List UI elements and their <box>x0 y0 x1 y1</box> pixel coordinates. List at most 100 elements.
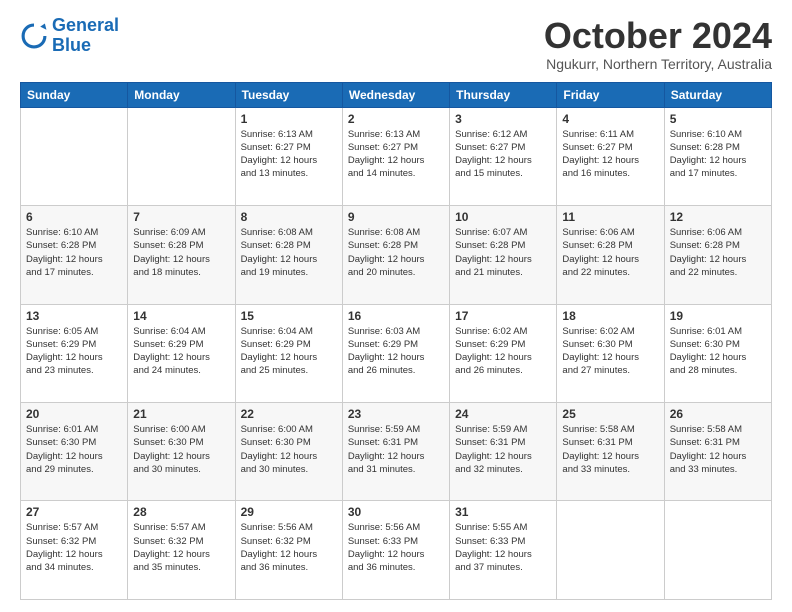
page: General Blue October 2024 Ngukurr, North… <box>0 0 792 612</box>
day-number: 13 <box>26 309 122 323</box>
day-detail: Sunrise: 5:59 AM Sunset: 6:31 PM Dayligh… <box>348 423 444 476</box>
calendar-week-1: 1 Sunrise: 6:13 AM Sunset: 6:27 PM Daylig… <box>21 107 772 205</box>
calendar-week-4: 20 Sunrise: 6:01 AM Sunset: 6:30 PM Dayli… <box>21 403 772 501</box>
calendar-week-2: 6Sunrise: 6:10 AM Sunset: 6:28 PM Daylig… <box>21 206 772 304</box>
table-row <box>128 107 235 205</box>
day-number: 12 <box>670 210 766 224</box>
table-row: 24 Sunrise: 5:59 AM Sunset: 6:31 PM Dayli… <box>450 403 557 501</box>
day-number: 11 <box>562 210 658 224</box>
day-detail: Sunrise: 5:58 AM Sunset: 6:31 PM Dayligh… <box>562 423 658 476</box>
day-number: 23 <box>348 407 444 421</box>
day-detail: Sunrise: 6:06 AM Sunset: 6:28 PM Dayligh… <box>670 226 766 279</box>
table-row <box>664 501 771 600</box>
table-row: 7 Sunrise: 6:09 AM Sunset: 6:28 PM Daylig… <box>128 206 235 304</box>
day-detail: Sunrise: 6:04 AM Sunset: 6:29 PM Dayligh… <box>133 325 229 378</box>
calendar-week-5: 27 Sunrise: 5:57 AM Sunset: 6:32 PM Dayli… <box>21 501 772 600</box>
day-number: 6 <box>26 210 122 224</box>
day-detail: Sunrise: 6:13 AM Sunset: 6:27 PM Dayligh… <box>241 128 337 181</box>
day-detail: Sunrise: 6:03 AM Sunset: 6:29 PM Dayligh… <box>348 325 444 378</box>
day-detail: Sunrise: 6:13 AM Sunset: 6:27 PM Dayligh… <box>348 128 444 181</box>
table-row: 27 Sunrise: 5:57 AM Sunset: 6:32 PM Dayli… <box>21 501 128 600</box>
table-row: 4 Sunrise: 6:11 AM Sunset: 6:27 PM Daylig… <box>557 107 664 205</box>
table-row: 18 Sunrise: 6:02 AM Sunset: 6:30 PM Dayli… <box>557 304 664 402</box>
header: General Blue October 2024 Ngukurr, North… <box>20 16 772 72</box>
table-row: 19 Sunrise: 6:01 AM Sunset: 6:30 PM Dayli… <box>664 304 771 402</box>
logo: General Blue <box>20 16 119 56</box>
day-number: 9 <box>348 210 444 224</box>
day-number: 1 <box>241 112 337 126</box>
table-row: 29 Sunrise: 5:56 AM Sunset: 6:32 PM Dayli… <box>235 501 342 600</box>
day-detail: Sunrise: 6:00 AM Sunset: 6:30 PM Dayligh… <box>133 423 229 476</box>
day-detail: Sunrise: 5:56 AM Sunset: 6:32 PM Dayligh… <box>241 521 337 574</box>
table-row: 31 Sunrise: 5:55 AM Sunset: 6:33 PM Dayli… <box>450 501 557 600</box>
col-sunday: Sunday <box>21 82 128 107</box>
day-number: 18 <box>562 309 658 323</box>
day-detail: Sunrise: 6:00 AM Sunset: 6:30 PM Dayligh… <box>241 423 337 476</box>
day-number: 24 <box>455 407 551 421</box>
day-number: 15 <box>241 309 337 323</box>
table-row: 8 Sunrise: 6:08 AM Sunset: 6:28 PM Daylig… <box>235 206 342 304</box>
logo-text: General Blue <box>52 16 119 56</box>
day-number: 8 <box>241 210 337 224</box>
day-detail: Sunrise: 5:58 AM Sunset: 6:31 PM Dayligh… <box>670 423 766 476</box>
day-detail: Sunrise: 6:04 AM Sunset: 6:29 PM Dayligh… <box>241 325 337 378</box>
day-number: 19 <box>670 309 766 323</box>
day-number: 3 <box>455 112 551 126</box>
day-detail: Sunrise: 6:07 AM Sunset: 6:28 PM Dayligh… <box>455 226 551 279</box>
day-number: 16 <box>348 309 444 323</box>
table-row: 10Sunrise: 6:07 AM Sunset: 6:28 PM Dayli… <box>450 206 557 304</box>
table-row: 28 Sunrise: 5:57 AM Sunset: 6:32 PM Dayli… <box>128 501 235 600</box>
table-row: 11 Sunrise: 6:06 AM Sunset: 6:28 PM Dayli… <box>557 206 664 304</box>
table-row: 26Sunrise: 5:58 AM Sunset: 6:31 PM Dayli… <box>664 403 771 501</box>
table-row: 2 Sunrise: 6:13 AM Sunset: 6:27 PM Daylig… <box>342 107 449 205</box>
day-detail: Sunrise: 6:08 AM Sunset: 6:28 PM Dayligh… <box>241 226 337 279</box>
day-detail: Sunrise: 6:11 AM Sunset: 6:27 PM Dayligh… <box>562 128 658 181</box>
table-row <box>557 501 664 600</box>
table-row: 16 Sunrise: 6:03 AM Sunset: 6:29 PM Dayli… <box>342 304 449 402</box>
table-row: 6Sunrise: 6:10 AM Sunset: 6:28 PM Daylig… <box>21 206 128 304</box>
day-detail: Sunrise: 6:09 AM Sunset: 6:28 PM Dayligh… <box>133 226 229 279</box>
table-row: 23 Sunrise: 5:59 AM Sunset: 6:31 PM Dayli… <box>342 403 449 501</box>
calendar-table: Sunday Monday Tuesday Wednesday Thursday… <box>20 82 772 600</box>
table-row: 20 Sunrise: 6:01 AM Sunset: 6:30 PM Dayli… <box>21 403 128 501</box>
day-number: 2 <box>348 112 444 126</box>
day-detail: Sunrise: 6:06 AM Sunset: 6:28 PM Dayligh… <box>562 226 658 279</box>
col-saturday: Saturday <box>664 82 771 107</box>
day-detail: Sunrise: 6:01 AM Sunset: 6:30 PM Dayligh… <box>670 325 766 378</box>
day-number: 14 <box>133 309 229 323</box>
day-number: 27 <box>26 505 122 519</box>
day-detail: Sunrise: 6:12 AM Sunset: 6:27 PM Dayligh… <box>455 128 551 181</box>
day-number: 25 <box>562 407 658 421</box>
day-number: 22 <box>241 407 337 421</box>
day-number: 4 <box>562 112 658 126</box>
table-row: 30Sunrise: 5:56 AM Sunset: 6:33 PM Dayli… <box>342 501 449 600</box>
month-title: October 2024 <box>544 16 772 56</box>
day-number: 17 <box>455 309 551 323</box>
logo-line1: General <box>52 15 119 35</box>
day-detail: Sunrise: 5:56 AM Sunset: 6:33 PM Dayligh… <box>348 521 444 574</box>
table-row: 3 Sunrise: 6:12 AM Sunset: 6:27 PM Daylig… <box>450 107 557 205</box>
table-row: 13Sunrise: 6:05 AM Sunset: 6:29 PM Dayli… <box>21 304 128 402</box>
day-number: 31 <box>455 505 551 519</box>
col-thursday: Thursday <box>450 82 557 107</box>
day-detail: Sunrise: 5:57 AM Sunset: 6:32 PM Dayligh… <box>133 521 229 574</box>
day-detail: Sunrise: 6:02 AM Sunset: 6:30 PM Dayligh… <box>562 325 658 378</box>
title-area: October 2024 Ngukurr, Northern Territory… <box>544 16 772 72</box>
day-number: 29 <box>241 505 337 519</box>
table-row: 5Sunrise: 6:10 AM Sunset: 6:28 PM Daylig… <box>664 107 771 205</box>
calendar-header-row: Sunday Monday Tuesday Wednesday Thursday… <box>21 82 772 107</box>
day-number: 7 <box>133 210 229 224</box>
col-monday: Monday <box>128 82 235 107</box>
day-number: 20 <box>26 407 122 421</box>
day-detail: Sunrise: 5:55 AM Sunset: 6:33 PM Dayligh… <box>455 521 551 574</box>
day-detail: Sunrise: 5:59 AM Sunset: 6:31 PM Dayligh… <box>455 423 551 476</box>
day-number: 28 <box>133 505 229 519</box>
day-detail: Sunrise: 5:57 AM Sunset: 6:32 PM Dayligh… <box>26 521 122 574</box>
logo-line2: Blue <box>52 35 91 55</box>
day-detail: Sunrise: 6:01 AM Sunset: 6:30 PM Dayligh… <box>26 423 122 476</box>
calendar-week-3: 13Sunrise: 6:05 AM Sunset: 6:29 PM Dayli… <box>21 304 772 402</box>
col-friday: Friday <box>557 82 664 107</box>
table-row: 12 Sunrise: 6:06 AM Sunset: 6:28 PM Dayli… <box>664 206 771 304</box>
table-row: 15 Sunrise: 6:04 AM Sunset: 6:29 PM Dayli… <box>235 304 342 402</box>
col-wednesday: Wednesday <box>342 82 449 107</box>
